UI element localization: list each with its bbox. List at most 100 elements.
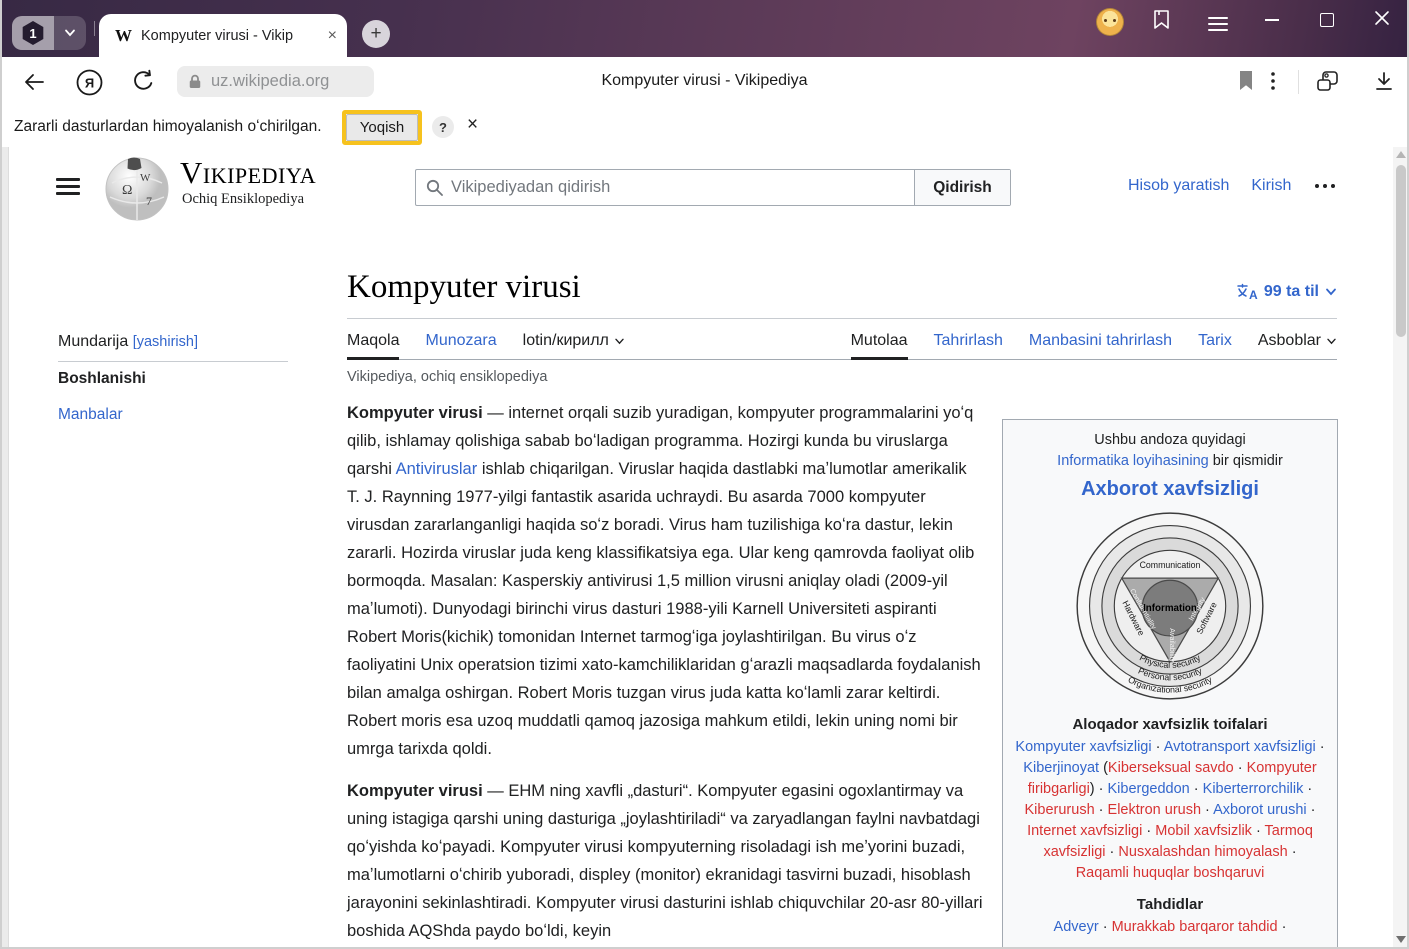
toc-title: Mundarija <box>58 333 128 350</box>
infobox-diagram-image[interactable]: Organizational security Personal securit… <box>1072 508 1268 704</box>
search-button[interactable]: Qidirish <box>914 170 1010 205</box>
account-more-icon[interactable] <box>1315 184 1335 188</box>
infobox-link[interactable]: Kiberseksual savdo <box>1108 760 1234 776</box>
scrollbar-thumb[interactable] <box>1396 165 1406 337</box>
toc-hide-link[interactable]: [yashirish] <box>133 334 198 350</box>
tab-manbasini-tahrirlash[interactable]: Manbasini tahrirlash <box>1029 332 1172 359</box>
asboblar-label: Asboblar <box>1258 332 1321 350</box>
tab-variant-selector[interactable]: lotin/кирилл <box>523 332 625 359</box>
page-menu-icon[interactable] <box>1270 71 1276 91</box>
related-links: Kompyuter xavfsizligi · Avtotransport xa… <box>1015 737 1325 884</box>
wiki-wordmark[interactable]: Vikipediya <box>180 156 316 189</box>
paragraph-1: Kompyuter virusi — internet orqali suzib… <box>347 399 983 763</box>
label-communication: Communication <box>1140 560 1201 570</box>
link-separator: · <box>1303 781 1312 797</box>
link-separator: · <box>1316 739 1325 755</box>
infobox-link[interactable]: Mobil xavfsizlik <box>1155 823 1252 839</box>
browser-menu-icon[interactable] <box>1208 11 1228 19</box>
tab-maqola[interactable]: Maqola <box>347 332 399 359</box>
chevron-down-icon <box>1326 338 1337 345</box>
toc-item-manbalar[interactable]: Manbalar <box>58 406 123 424</box>
link-separator: ( <box>1099 760 1108 776</box>
infobox-intro-line2: Informatika loyihasining bir qismidir <box>1015 451 1325 472</box>
infobox-link[interactable]: Elektron urush <box>1108 802 1202 818</box>
article-tabs: Maqola Munozara lotin/кирилл Mutolaa Tah… <box>347 321 1337 360</box>
link-separator: · <box>1288 844 1297 860</box>
tab-group-button[interactable]: 1 <box>12 16 86 50</box>
infobox-link[interactable]: Adveyr <box>1054 919 1099 935</box>
wiki-menu-icon[interactable] <box>56 178 80 181</box>
bookmark-icon[interactable] <box>1237 70 1255 92</box>
maximize-button[interactable] <box>1320 8 1334 27</box>
infobox-link[interactable]: Nusxalashdan himoyalash <box>1118 844 1287 860</box>
new-tab-button[interactable]: + <box>362 20 390 48</box>
toc-header: Mundarija [yashirish] <box>58 333 198 351</box>
wiki-search-box: Qidirish <box>415 169 1011 206</box>
link-separator: · <box>1095 802 1108 818</box>
tab-munozara[interactable]: Munozara <box>425 332 496 359</box>
tab-group-chevron[interactable] <box>54 16 86 50</box>
link-separator: · <box>1099 919 1112 935</box>
help-icon[interactable]: ? <box>432 116 454 138</box>
banner-message: Zararli dasturlardan himoyalanish oʻchir… <box>14 108 322 146</box>
scroll-up-arrow[interactable] <box>1396 151 1406 158</box>
infobox-link[interactable]: Avtotransport xavfsizligi <box>1164 739 1316 755</box>
lead-term: Kompyuter virusi <box>347 404 483 422</box>
browser-tab[interactable]: W Kompyuter virusi - Vikip × <box>99 14 347 57</box>
scroll-down-arrow[interactable] <box>1396 936 1406 943</box>
informatika-project-link[interactable]: Informatika loyihasining <box>1057 453 1209 469</box>
related-heading: Aloqador xavfsizlik toifalari <box>1015 714 1325 735</box>
article-body: Kompyuter virusi — internet orqali suzib… <box>347 399 983 949</box>
side-panels-icon[interactable] <box>1314 69 1340 95</box>
link-separator: · <box>1190 781 1203 797</box>
link-separator: · <box>1152 739 1164 755</box>
infobox-link[interactable]: Kiberjinoyat <box>1023 760 1099 776</box>
collections-icon[interactable] <box>1151 8 1173 32</box>
infobox-link[interactable]: Kibergeddon <box>1108 781 1190 797</box>
link-separator: · <box>1201 802 1213 818</box>
svg-text:W: W <box>140 172 151 184</box>
infobox-title[interactable]: Axborot xavfsizligi <box>1015 476 1325 502</box>
infobox-link[interactable]: Internet xavfsizligi <box>1027 823 1142 839</box>
infobox-link[interactable]: Kompyuter xavfsizligi <box>1015 739 1151 755</box>
tab-mutolaa[interactable]: Mutolaa <box>851 332 908 359</box>
title-divider <box>347 318 1337 319</box>
link-separator: · <box>1252 823 1265 839</box>
p2-text: — EHM ning xavfli „dasturi“. Kompyuter e… <box>347 782 983 940</box>
link-separator: · <box>1278 919 1287 935</box>
label-information: Information <box>1143 603 1197 614</box>
p1-text-b: ishlab chiqarilgan. Viruslar haqida dast… <box>347 460 981 758</box>
infobox-link[interactable]: Kiberterrorchilik <box>1203 781 1304 797</box>
svg-text:Ω: Ω <box>122 183 132 198</box>
minimize-button[interactable] <box>1265 8 1279 21</box>
enable-protection-button[interactable]: Yoqish <box>346 114 418 141</box>
infobox-link[interactable]: Kiberurush <box>1025 802 1095 818</box>
antiviruslar-link[interactable]: Antiviruslar <box>396 460 478 478</box>
toc-item-boshlanishi[interactable]: Boshlanishi <box>58 370 146 388</box>
wikipedia-globe-logo[interactable]: Ω W 7 <box>102 153 172 223</box>
svg-text:7: 7 <box>146 194 152 208</box>
language-selector[interactable]: A 99 ta til <box>1236 283 1337 301</box>
login-link[interactable]: Kirish <box>1251 177 1291 195</box>
threat-links: Adveyr · Murakkab barqaror tahdid · <box>1015 917 1325 938</box>
profile-avatar[interactable] <box>1096 8 1124 36</box>
banner-close-icon[interactable]: × <box>467 114 478 136</box>
account-links: Hisob yaratish Kirish <box>1128 177 1335 195</box>
language-count: 99 ta til <box>1264 283 1319 301</box>
tab-close-icon[interactable]: × <box>328 28 337 44</box>
infobox-link[interactable]: Raqamli huquqlar boshqaruvi <box>1076 865 1265 881</box>
close-window-button[interactable] <box>1374 10 1390 26</box>
infobox-link[interactable]: Axborot urushi <box>1213 802 1307 818</box>
tab-group-count: 1 <box>21 21 45 45</box>
tab-tahrirlash[interactable]: Tahrirlash <box>934 332 1003 359</box>
infobox-link[interactable]: Murakkab barqaror tahdid <box>1112 919 1278 935</box>
tab-tarix[interactable]: Tarix <box>1198 332 1232 359</box>
link-separator: ) · <box>1090 781 1108 797</box>
create-account-link[interactable]: Hisob yaratish <box>1128 177 1229 195</box>
site-tagline: Vikipediya, ochiq ensiklopediya <box>347 369 547 385</box>
downloads-icon[interactable] <box>1372 70 1396 94</box>
page-scrollbar[interactable] <box>1393 147 1409 949</box>
tab-asboblar[interactable]: Asboblar <box>1258 332 1337 359</box>
search-input[interactable] <box>443 170 914 205</box>
label-availability: Availability <box>1168 628 1177 662</box>
